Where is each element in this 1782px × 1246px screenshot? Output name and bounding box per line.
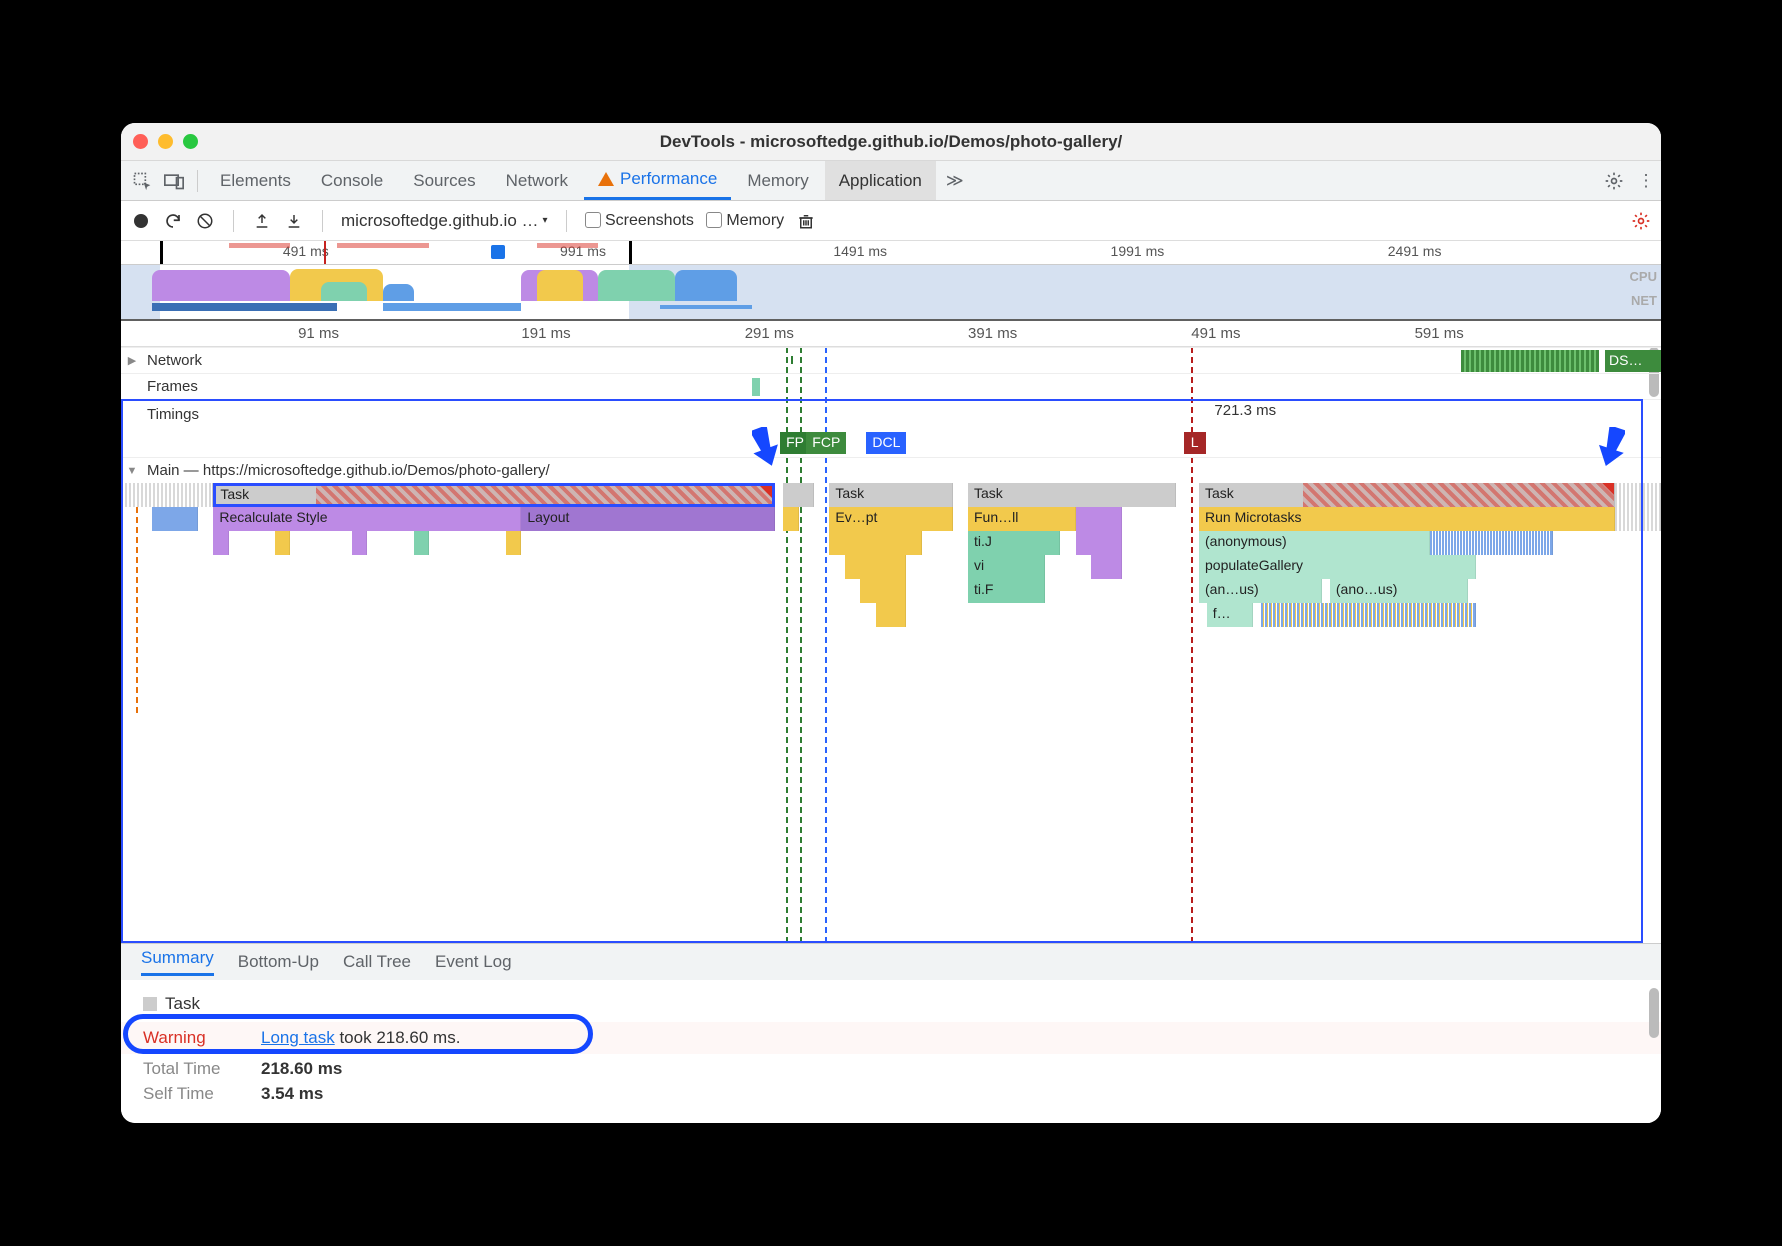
selection-end-handle[interactable] [629, 241, 632, 264]
task-bar-selected[interactable]: Task [213, 483, 775, 507]
upload-icon[interactable] [252, 211, 272, 231]
tab-network[interactable]: Network [492, 161, 582, 200]
memory-checkbox[interactable]: Memory [706, 212, 784, 230]
flame-tij[interactable]: ti.J [968, 531, 1060, 555]
pause-marker-icon [491, 245, 505, 259]
main-thread-header[interactable]: ▼ Main — https://microsoftedge.github.io… [121, 457, 1661, 483]
window-title: DevTools - microsoftedge.github.io/Demos… [660, 132, 1123, 152]
warning-icon [598, 172, 614, 186]
details-tab-calltree[interactable]: Call Tree [343, 952, 411, 972]
flame-populate-gallery[interactable]: populateGallery [1199, 555, 1476, 579]
timeline-ruler: 91 ms 191 ms 291 ms 391 ms 491 ms 591 ms [121, 321, 1661, 347]
overview-ruler: 491 ms 991 ms 1491 ms 1991 ms 2491 ms [121, 241, 1661, 265]
overview-pane[interactable]: 491 ms 991 ms 1491 ms 1991 ms 2491 ms [121, 241, 1661, 321]
tab-application[interactable]: Application [825, 161, 936, 200]
titlebar: DevTools - microsoftedge.github.io/Demos… [121, 123, 1661, 161]
flame-layout[interactable]: Layout [521, 507, 775, 531]
flame-chart-panel[interactable]: 91 ms 191 ms 291 ms 391 ms 491 ms 591 ms… [121, 321, 1661, 943]
details-warning-row: Warning Long task took 218.60 ms. [121, 1022, 1661, 1054]
devtools-tabstrip: Elements Console Sources Network Perform… [121, 161, 1661, 201]
devtools-window: DevTools - microsoftedge.github.io/Demos… [121, 123, 1661, 1123]
fcp-badge[interactable]: FCP [806, 432, 846, 454]
flame-anus[interactable]: (an…us) [1199, 579, 1322, 603]
details-tab-eventlog[interactable]: Event Log [435, 952, 512, 972]
more-options-icon[interactable]: ⋮ [1631, 166, 1661, 196]
tab-sources[interactable]: Sources [399, 161, 489, 200]
task-color-swatch [143, 997, 157, 1011]
task-bar-4[interactable]: Task [1199, 483, 1615, 507]
long-task-link[interactable]: Long task [261, 1028, 335, 1047]
timings-lane[interactable]: Timings 721.3 ms [121, 399, 1661, 429]
tab-console[interactable]: Console [307, 161, 397, 200]
frames-lane[interactable]: Frames [121, 373, 1661, 399]
download-icon[interactable] [284, 211, 304, 231]
flame-run-microtasks[interactable]: Run Microtasks [1199, 507, 1615, 531]
zoom-icon[interactable] [183, 134, 198, 149]
details-tab-bottomup[interactable]: Bottom-Up [238, 952, 319, 972]
screenshots-checkbox[interactable]: Screenshots [585, 212, 694, 230]
annotation-arrow-1 [752, 427, 778, 467]
tab-performance-label: Performance [620, 169, 717, 189]
net-overview-chart [121, 303, 1661, 311]
timings-badges: FP FCP DCL L [121, 429, 1661, 457]
minimize-icon[interactable] [158, 134, 173, 149]
tab-performance[interactable]: Performance [584, 161, 731, 200]
tab-elements[interactable]: Elements [206, 161, 305, 200]
clear-icon[interactable] [195, 211, 215, 231]
settings-icon[interactable] [1599, 166, 1629, 196]
details-scrollbar-thumb[interactable] [1649, 988, 1659, 1038]
overview-cursor[interactable] [324, 241, 326, 264]
tab-memory[interactable]: Memory [733, 161, 822, 200]
cpu-overview-chart [121, 267, 1661, 301]
dcl-badge[interactable]: DCL [866, 432, 906, 454]
selection-start-handle[interactable] [160, 241, 163, 264]
task-bar-2[interactable]: Task [829, 483, 952, 507]
details-total-time: Total Time 218.60 ms [143, 1059, 1639, 1079]
l-time-label: 721.3 ms [1214, 402, 1276, 419]
flame-tif[interactable]: ti.F [968, 579, 1045, 603]
details-tabstrip: Summary Bottom-Up Call Tree Event Log [121, 944, 1661, 980]
inspect-icon[interactable] [127, 166, 157, 196]
network-lane-header[interactable]: ▶ Network DS… [121, 347, 1661, 373]
close-icon[interactable] [133, 134, 148, 149]
annotation-arrow-2 [1599, 427, 1625, 467]
details-event-name: Task [143, 994, 1639, 1014]
perf-toolbar: microsoftedge.github.io … Screenshots Me… [121, 201, 1661, 241]
flame-anous[interactable]: (ano…us) [1330, 579, 1469, 603]
url-dropdown[interactable]: microsoftedge.github.io … [341, 211, 548, 231]
device-toggle-icon[interactable] [159, 166, 189, 196]
garbage-collect-icon[interactable] [796, 211, 816, 231]
capture-settings-icon[interactable] [1631, 211, 1651, 231]
task-bar-3[interactable]: Task [968, 483, 1176, 507]
details-tab-summary[interactable]: Summary [141, 948, 214, 976]
l-badge[interactable]: L [1184, 432, 1206, 454]
net-resource-chip[interactable]: DS… [1605, 350, 1661, 372]
flame-recalculate-style[interactable]: Recalculate Style [213, 507, 521, 531]
flame-f[interactable]: f… [1207, 603, 1253, 627]
flame-chart[interactable]: Task Recalculate Style Layout Task Ev…pt… [121, 483, 1661, 713]
flame-anonymous[interactable]: (anonymous) [1199, 531, 1430, 555]
flame-evpt[interactable]: Ev…pt [829, 507, 952, 531]
tabs-overflow[interactable]: ≫ [938, 161, 972, 200]
flame-vi[interactable]: vi [968, 555, 1045, 579]
traffic-lights [133, 134, 198, 149]
details-self-time: Self Time 3.54 ms [143, 1084, 1639, 1104]
flame-funll[interactable]: Fun…ll [968, 507, 1076, 531]
expand-icon[interactable]: ▼ [121, 465, 143, 477]
record-button[interactable] [131, 211, 151, 231]
reload-record-icon[interactable] [163, 211, 183, 231]
details-pane: Summary Bottom-Up Call Tree Event Log Ta… [121, 943, 1661, 1123]
